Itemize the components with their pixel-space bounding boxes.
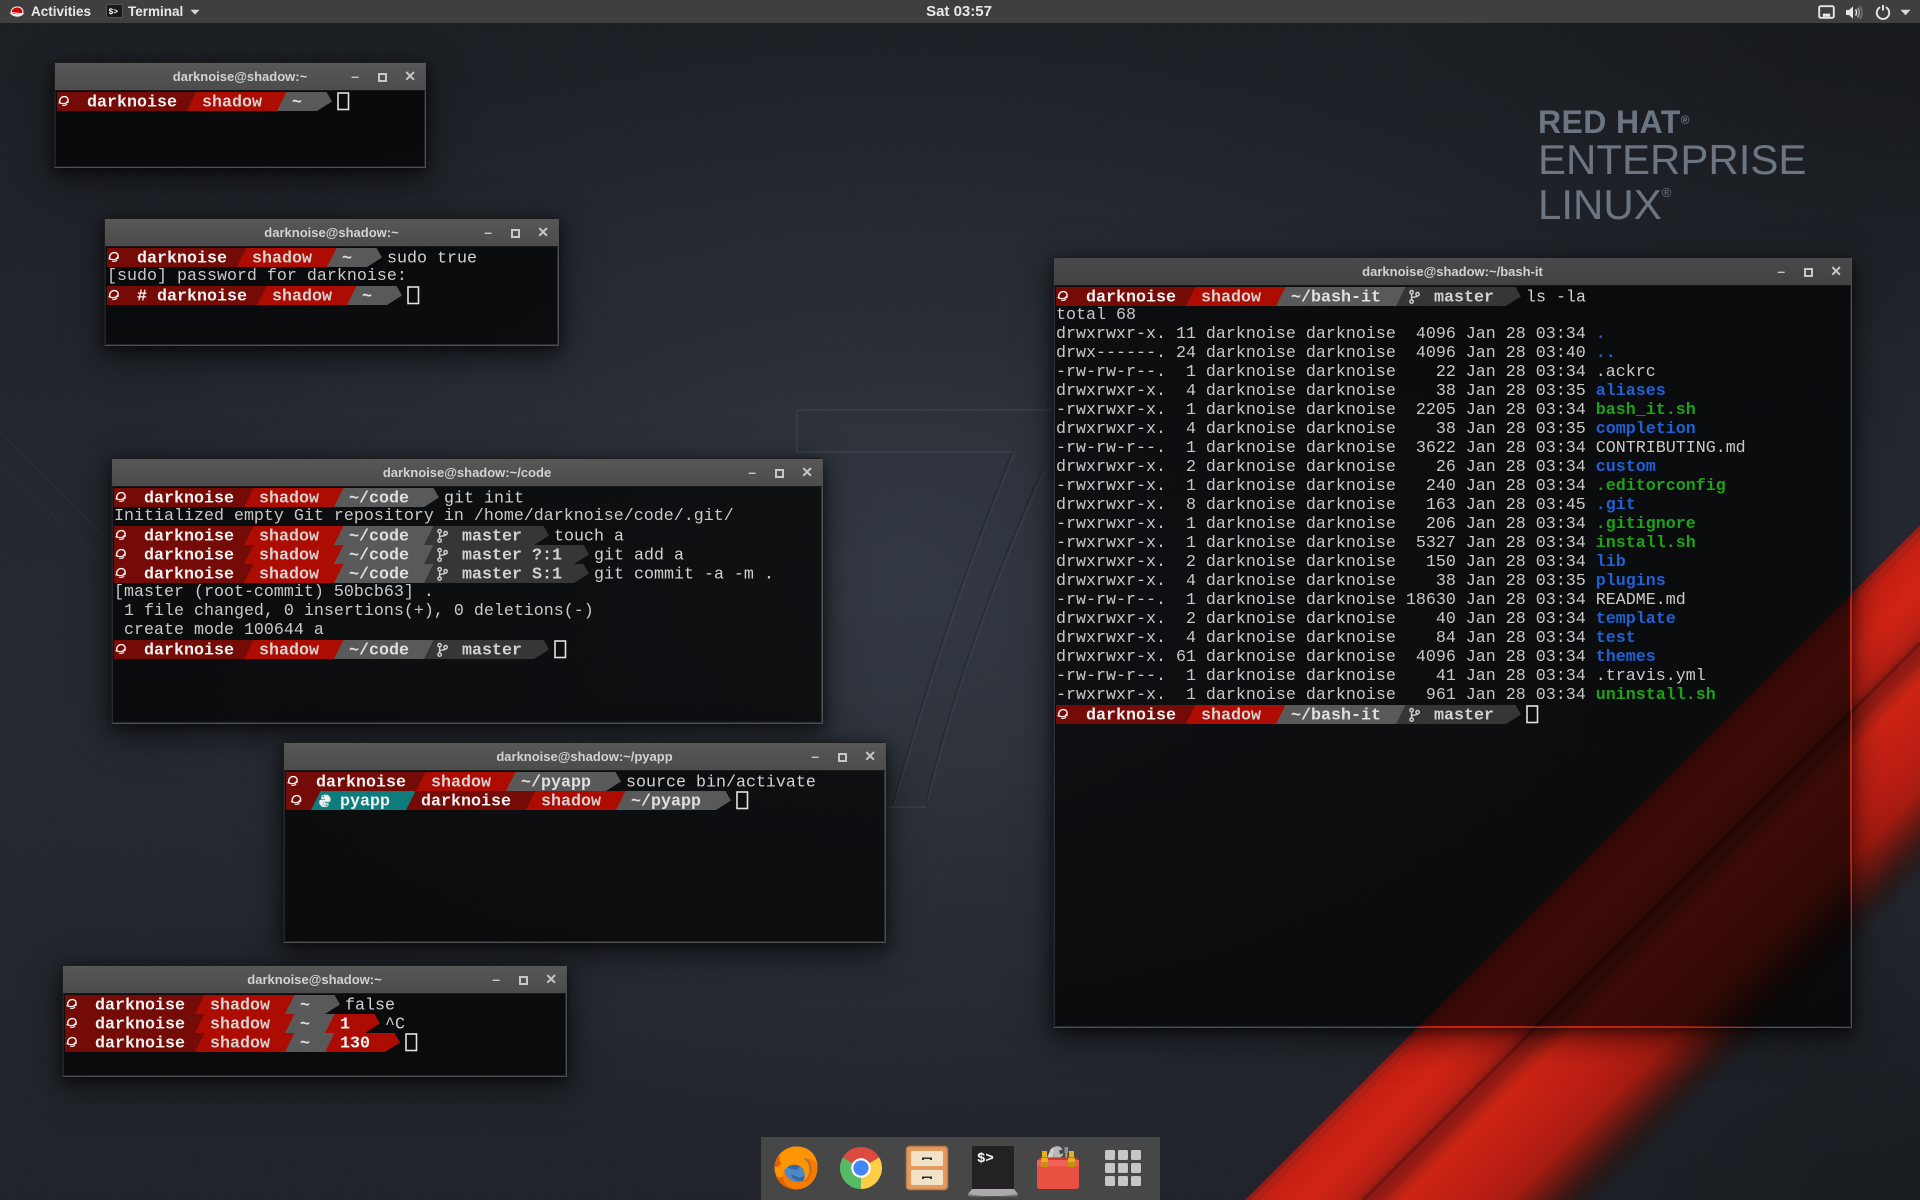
svg-text:darknoise: darknoise bbox=[144, 641, 234, 659]
svg-text:~: ~ bbox=[300, 1034, 310, 1052]
svg-text:darknoise: darknoise bbox=[144, 565, 234, 583]
svg-text:~/pyapp: ~/pyapp bbox=[521, 773, 591, 791]
svg-text:~: ~ bbox=[362, 287, 372, 305]
svg-text:~: ~ bbox=[300, 996, 310, 1014]
svg-text:~/bash-it: ~/bash-it bbox=[1291, 288, 1381, 306]
svg-text:git add a: git add a bbox=[594, 546, 684, 564]
svg-text:shadow: shadow bbox=[259, 641, 319, 659]
svg-text:source bin/activate: source bin/activate bbox=[626, 773, 816, 791]
svg-text:sudo true: sudo true bbox=[387, 249, 477, 267]
svg-text:shadow: shadow bbox=[210, 1034, 270, 1052]
svg-text:master: master bbox=[1434, 288, 1494, 306]
svg-text:shadow: shadow bbox=[259, 489, 319, 507]
svg-text:shadow: shadow bbox=[431, 773, 491, 791]
svg-text:master ?:1: master ?:1 bbox=[462, 546, 562, 564]
svg-text:darknoise: darknoise bbox=[95, 1034, 185, 1052]
svg-text:~: ~ bbox=[300, 1015, 310, 1033]
svg-text:~/code: ~/code bbox=[349, 489, 409, 507]
svg-text:^C: ^C bbox=[385, 1015, 405, 1033]
svg-text:shadow: shadow bbox=[1201, 706, 1261, 724]
svg-text:shadow: shadow bbox=[202, 93, 262, 111]
svg-text:darknoise: darknoise bbox=[95, 996, 185, 1014]
svg-text:master: master bbox=[462, 527, 522, 545]
svg-text:darknoise: darknoise bbox=[87, 93, 177, 111]
svg-text:~/code: ~/code bbox=[349, 546, 409, 564]
svg-text:shadow: shadow bbox=[541, 792, 601, 810]
svg-text:~/code: ~/code bbox=[349, 527, 409, 545]
svg-text:130: 130 bbox=[340, 1034, 370, 1052]
svg-text:ls -la: ls -la bbox=[1526, 288, 1586, 306]
svg-text:1: 1 bbox=[340, 1015, 350, 1033]
svg-text:darknoise: darknoise bbox=[1086, 706, 1176, 724]
svg-text:git commit -a -m .: git commit -a -m . bbox=[594, 565, 774, 583]
svg-text:~/pyapp: ~/pyapp bbox=[631, 792, 701, 810]
svg-text:shadow: shadow bbox=[259, 546, 319, 564]
svg-text:shadow: shadow bbox=[210, 1015, 270, 1033]
svg-text:darknoise: darknoise bbox=[144, 489, 234, 507]
svg-text:~/code: ~/code bbox=[349, 641, 409, 659]
svg-text:~: ~ bbox=[292, 93, 302, 111]
svg-text:darknoise: darknoise bbox=[137, 249, 227, 267]
svg-text:~/code: ~/code bbox=[349, 565, 409, 583]
svg-text:darknoise: darknoise bbox=[144, 527, 234, 545]
svg-text:shadow: shadow bbox=[1201, 288, 1261, 306]
svg-text:pyapp: pyapp bbox=[340, 792, 390, 810]
svg-text:# darknoise: # darknoise bbox=[137, 287, 247, 305]
svg-text:shadow: shadow bbox=[259, 527, 319, 545]
svg-text:false: false bbox=[345, 996, 395, 1014]
svg-text:master S:1: master S:1 bbox=[462, 565, 562, 583]
svg-text:darknoise: darknoise bbox=[144, 546, 234, 564]
svg-text:shadow: shadow bbox=[210, 996, 270, 1014]
svg-text:shadow: shadow bbox=[272, 287, 332, 305]
svg-text:shadow: shadow bbox=[259, 565, 319, 583]
svg-text:git init: git init bbox=[444, 489, 524, 507]
svg-text:~/bash-it: ~/bash-it bbox=[1291, 706, 1381, 724]
svg-text:touch a: touch a bbox=[554, 527, 624, 545]
svg-text:darknoise: darknoise bbox=[421, 792, 511, 810]
svg-text:darknoise: darknoise bbox=[316, 773, 406, 791]
svg-text:darknoise: darknoise bbox=[1086, 288, 1176, 306]
svg-text:master: master bbox=[462, 641, 522, 659]
svg-text:darknoise: darknoise bbox=[95, 1015, 185, 1033]
svg-text:shadow: shadow bbox=[252, 249, 312, 267]
svg-text:$>: $> bbox=[109, 8, 119, 17]
svg-text:master: master bbox=[1434, 706, 1494, 724]
svg-text:~: ~ bbox=[342, 249, 352, 267]
svg-text:$>: $> bbox=[977, 1151, 994, 1167]
